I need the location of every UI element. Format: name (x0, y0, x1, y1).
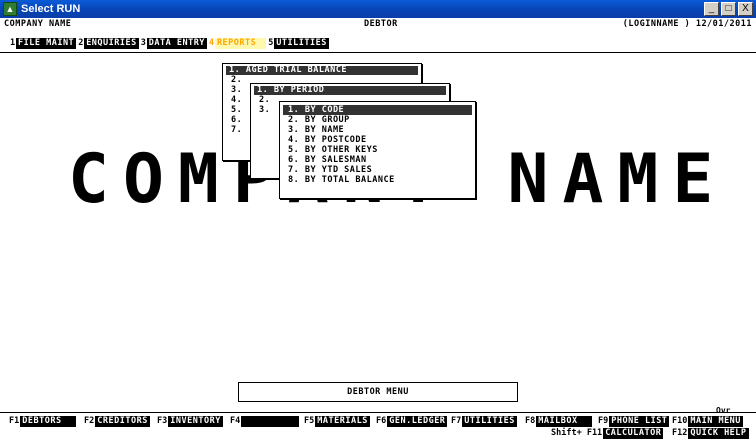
overwrite-indicator: Ovr (716, 406, 731, 415)
module-name: DEBTOR (364, 19, 398, 29)
popup-item-by-period[interactable]: 1. BY PERIOD (254, 86, 446, 95)
fkey-name: F7 (451, 416, 462, 426)
fkey-name: F6 (376, 416, 387, 426)
status-row: COMPANY NAME DEBTOR (LOGINNAME ) 12/01/2… (4, 19, 752, 31)
popup-item-by-name[interactable]: 3. BY NAME (280, 125, 475, 135)
popup-item-by-salesman[interactable]: 6. BY SALESMAN (280, 155, 475, 165)
fkey-name: F1 (9, 416, 20, 426)
popup-item-aged-trial-balance[interactable]: 1. AGED TRIAL BALANCE (226, 66, 418, 75)
menu-data-entry[interactable]: 3 DATA ENTRY (141, 38, 207, 49)
menu-enquiries[interactable]: 2 ENQUIRIES (78, 38, 139, 49)
f10-main-menu-key[interactable]: F10 MAIN MENU (672, 416, 743, 427)
menu-label: DATA ENTRY (146, 38, 207, 49)
fkey-label: GEN.LEDGER (387, 416, 448, 427)
f3-inventory-key[interactable]: F3 INVENTORY (157, 416, 223, 427)
fkey-label: MAILBOX (536, 416, 593, 427)
popup-item-by-postcode[interactable]: 4. BY POSTCODE (280, 135, 475, 145)
f4-key[interactable]: F4 (230, 416, 300, 427)
login-date: (LOGINNAME ) 12/01/2011 (622, 19, 752, 29)
fkey-name: F3 (157, 416, 168, 426)
fkey-label: MATERIALS (315, 416, 370, 427)
f8-mailbox-key[interactable]: F8 MAILBOX (525, 416, 593, 427)
fkey-label: QUICK HELP (688, 428, 749, 439)
fkey-label: INVENTORY (168, 416, 223, 427)
function-key-bar: F1 DEBTORS F2 CREDITORS F3 INVENTORY F4 … (0, 416, 756, 440)
popup-by-period-menu: 1. BY CODE 2. BY GROUP 3. BY NAME 4. BY … (279, 101, 476, 199)
menu-label: ENQUIRIES (84, 38, 139, 49)
fkey-name: F8 (525, 416, 536, 426)
f7-utilities-key[interactable]: F7 UTILITIES (451, 416, 517, 427)
f1-debtors-key[interactable]: F1 DEBTORS (9, 416, 77, 427)
window-titlebar[interactable]: ▲ Select RUN _ □ X (0, 0, 756, 18)
fkey-name: F12 (672, 428, 688, 438)
company-name: COMPANY NAME (4, 19, 72, 29)
minimize-button[interactable]: _ (704, 2, 719, 16)
f6-gen-ledger-key[interactable]: F6 GEN.LEDGER (376, 416, 448, 427)
divider-top (0, 52, 756, 53)
f11-calculator-key[interactable]: Shift+ F11 CALCULATOR (551, 428, 664, 439)
window-controls: _ □ X (704, 2, 753, 16)
main-menubar: 1 FILE MAINT 2 ENQUIRIES 3 DATA ENTRY 4 … (10, 38, 331, 49)
maximize-button[interactable]: □ (721, 2, 736, 16)
f2-creditors-key[interactable]: F2 CREDITORS (84, 416, 150, 427)
popup-item-by-ytd-sales[interactable]: 7. BY YTD SALES (280, 165, 475, 175)
menu-label: REPORTS (214, 38, 267, 49)
menu-file-maint[interactable]: 1 FILE MAINT (10, 38, 77, 49)
menu-label: FILE MAINT (16, 38, 77, 49)
app-icon[interactable]: ▲ (3, 2, 17, 16)
popup-item-by-total-balance[interactable]: 8. BY TOTAL BALANCE (280, 175, 475, 185)
f9-phone-list-key[interactable]: F9 PHONE LIST (598, 416, 670, 427)
close-button[interactable]: X (738, 2, 753, 16)
fkey-label (241, 416, 300, 427)
fkey-name: F9 (598, 416, 609, 426)
fkey-label: CALCULATOR (603, 428, 664, 439)
fkey-name: F2 (84, 416, 95, 426)
fkey-label: CREDITORS (95, 416, 150, 427)
f12-quick-help-key[interactable]: F12 QUICK HELP (672, 428, 749, 439)
fkey-name: Shift+ F11 (551, 428, 603, 438)
fkey-label: DEBTORS (20, 416, 77, 427)
fkey-name: F4 (230, 416, 241, 426)
debtor-menu-label: DEBTOR MENU (238, 382, 518, 402)
popup-item-by-group[interactable]: 2. BY GROUP (280, 115, 475, 125)
popup-item-by-code[interactable]: 1. BY CODE (283, 105, 472, 115)
menu-label: UTILITIES (274, 38, 329, 49)
terminal-client-area: COMPANY NAME DEBTOR (LOGINNAME ) 12/01/2… (0, 18, 756, 442)
popup-item-by-other-keys[interactable]: 5. BY OTHER KEYS (280, 145, 475, 155)
menu-reports[interactable]: 4 REPORTS (209, 38, 267, 49)
fkey-label: PHONE LIST (609, 416, 670, 427)
fkey-label: UTILITIES (462, 416, 517, 427)
fkey-name: F5 (304, 416, 315, 426)
fkey-label: MAIN MENU (688, 416, 743, 427)
divider-bottom (0, 412, 756, 413)
fkey-name: F10 (672, 416, 688, 426)
window-title: Select RUN (21, 3, 81, 15)
f5-materials-key[interactable]: F5 MATERIALS (304, 416, 370, 427)
menu-utilities[interactable]: 5 UTILITIES (268, 38, 329, 49)
